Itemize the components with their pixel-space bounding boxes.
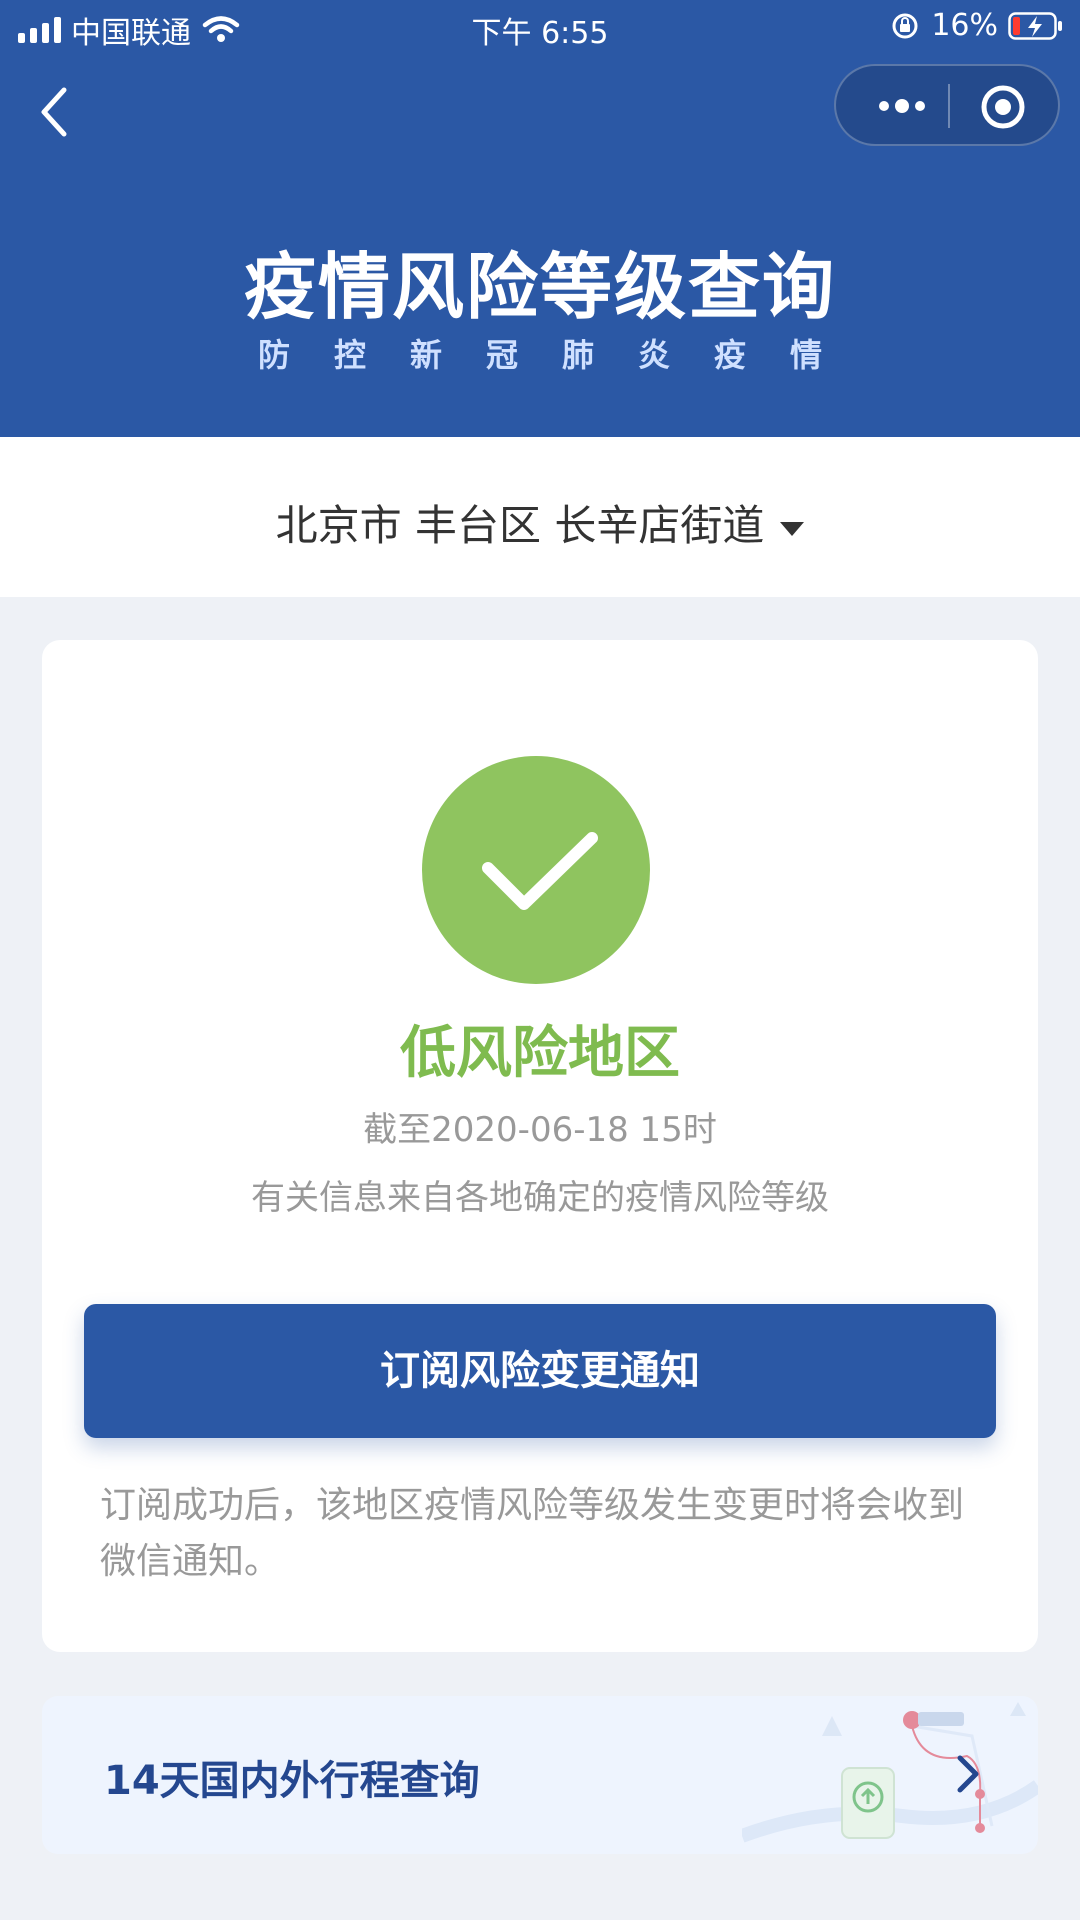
location-text: 北京市 丰台区 长辛店街道 <box>275 501 765 550</box>
target-icon[interactable] <box>980 84 1026 130</box>
risk-level-label: 低风险地区 <box>400 1021 680 1086</box>
back-chevron-icon[interactable] <box>36 82 76 142</box>
more-dots-icon[interactable] <box>872 88 932 124</box>
map-illustration-icon <box>742 1702 1038 1843</box>
risk-result-card: 低风险地区 截至2020-06-18 15时 有关信息来自各地确定的疫情风险等级… <box>42 640 1038 1652</box>
battery-percent: 16% <box>931 8 998 43</box>
chevron-right-icon <box>957 1755 979 1793</box>
risk-query-page: 中国联通 下午 6:55 16% 疫情风险等级查询 防控新冠肺炎疫情 北京市 丰… <box>0 0 1080 1920</box>
header: 中国联通 下午 6:55 16% 疫情风险等级查询 防控新冠肺炎疫情 <box>0 0 1080 437</box>
subscribe-note: 订阅成功后，该地区疫情风险等级发生变更时将会收到微信通知。 <box>100 1485 965 1582</box>
rotation-lock-icon <box>892 13 918 38</box>
miniprogram-capsule <box>834 64 1060 146</box>
page-subtitle: 防控新冠肺炎疫情 <box>257 336 866 374</box>
dropdown-arrow-icon <box>780 521 805 536</box>
status-right: 16% <box>889 8 1064 43</box>
status-circle <box>422 756 650 984</box>
as-of-time: 截至2020-06-18 15时 <box>363 1110 717 1150</box>
data-source-text: 有关信息来自各地确定的疫情风险等级 <box>251 1178 829 1218</box>
subscribe-button[interactable]: 订阅风险变更通知 <box>84 1304 996 1438</box>
page-title: 疫情风险等级查询 <box>243 245 836 329</box>
battery-icon <box>1008 11 1062 40</box>
trip-query-card[interactable]: 14天国内外行程查询 <box>42 1696 1038 1854</box>
checkmark-icon <box>482 832 598 910</box>
status-bar: 中国联通 下午 6:55 16% <box>0 0 1080 56</box>
location-selector[interactable]: 北京市 丰台区 长辛店街道 <box>0 492 1080 553</box>
trip-query-label: 14天国内外行程查询 <box>104 1758 480 1804</box>
capsule-divider <box>948 84 950 128</box>
